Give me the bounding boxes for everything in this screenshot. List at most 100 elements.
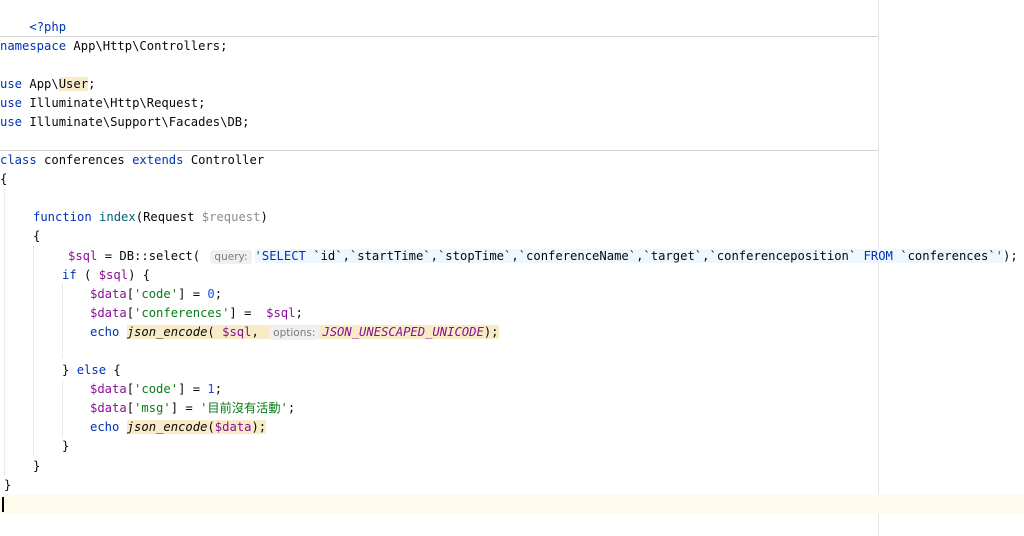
paren: ); [483, 325, 499, 339]
class-name: conferences [44, 153, 125, 167]
brace: } [4, 478, 12, 492]
code-line[interactable]: use Illuminate\Http\Request; [0, 94, 205, 113]
indent-guide [62, 380, 63, 437]
code-line[interactable]: use Illuminate\Support\Facades\DB; [0, 113, 249, 132]
if-keyword: if [62, 268, 77, 282]
data-var: $data [90, 287, 127, 301]
use-path: Illuminate\Support\Facades\DB; [29, 115, 250, 129]
code-line[interactable]: } else { [62, 361, 121, 380]
use-path: Illuminate\Http\Request; [29, 96, 206, 110]
else-keyword: else [76, 363, 107, 377]
bracket: [ [126, 306, 135, 320]
data-var: $data [214, 420, 252, 434]
param-var: $request [201, 210, 261, 224]
extends-keyword: extends [132, 153, 184, 167]
data-var: $data [90, 382, 127, 396]
code-line[interactable]: $sql = DB::select( query: 'SELECT `id`,`s… [68, 247, 1018, 266]
paren: ) [260, 210, 268, 224]
assign: ] = [229, 306, 267, 320]
brace: { [0, 172, 8, 186]
right-margin-guide [878, 0, 879, 536]
sql-var: $sql [222, 325, 252, 339]
brace: { [106, 363, 121, 377]
paren: ); [251, 420, 267, 434]
code-line[interactable]: namespace App\Http\Controllers; [0, 37, 227, 56]
brace: } [33, 459, 41, 473]
code-line[interactable]: function index(Request $request) [33, 208, 268, 227]
json-encode-call: json_encode [126, 325, 208, 339]
indent-guide [4, 189, 5, 475]
array-key: 'conferences' [134, 306, 230, 320]
code-line[interactable]: { [0, 170, 7, 189]
code-line[interactable]: $data['msg'] = '目前沒有活動'; [90, 399, 295, 418]
use-keyword: use [0, 77, 23, 91]
namespace-keyword: namespace [0, 39, 67, 53]
paren: ) { [128, 268, 151, 282]
sql-columns: `id`,`startTime`,`stopTime`,`conferenceN… [305, 249, 864, 263]
paren: ( [207, 420, 215, 434]
parent-class: Controller [190, 153, 265, 167]
code-line[interactable]: class conferences extends Controller [0, 151, 264, 170]
semicolon: ; [214, 287, 223, 301]
brace: { [33, 229, 41, 243]
use-keyword: use [0, 115, 23, 129]
function-keyword: function [33, 210, 92, 224]
current-line-highlight [0, 495, 1024, 514]
semicolon: ; [295, 306, 303, 320]
sql-var: $sql [68, 249, 98, 263]
code-line[interactable]: $data['conferences'] = $sql; [90, 304, 303, 323]
json-constant: JSON_UNESCAPED_UNICODE [322, 325, 484, 339]
use-keyword: use [0, 96, 23, 110]
semicolon: ; [287, 401, 296, 415]
indent-guide [62, 284, 63, 358]
code-line[interactable]: echo json_encode($data); [90, 418, 267, 437]
code-line[interactable]: { [33, 227, 40, 246]
array-key: 'msg' [134, 401, 171, 415]
echo-keyword: echo [90, 420, 120, 434]
paren: ( [207, 325, 223, 339]
msg-string: '目前沒有活動' [200, 401, 288, 415]
json-encode-call: json_encode [126, 420, 208, 434]
class-keyword: class [0, 153, 37, 167]
assign: ] = [170, 401, 201, 415]
bracket: [ [126, 287, 135, 301]
code-line[interactable]: } [62, 437, 69, 456]
db-select-call: = DB::select( [97, 249, 208, 263]
brace: } [62, 439, 70, 453]
param-hint-query: query: [210, 250, 252, 264]
sql-table: `conferences` [892, 249, 996, 263]
sql-select-keyword: SELECT [261, 249, 306, 263]
sql-var: $sql [266, 306, 296, 320]
statement-end: ); [1002, 249, 1018, 263]
sql-quote: ' [254, 249, 262, 263]
bracket: [ [126, 382, 135, 396]
param-type: (Request [135, 210, 202, 224]
code-line[interactable]: <?php [0, 0, 66, 34]
code-line[interactable]: } [33, 457, 40, 476]
code-line[interactable]: echo json_encode( $sql, options: JSON_UNE… [90, 323, 499, 342]
indent-guide [33, 246, 34, 456]
assign: ] = [178, 287, 208, 301]
paren: ( [76, 268, 99, 282]
semicolon: ; [88, 77, 96, 91]
code-line[interactable]: $data['code'] = 1; [90, 380, 222, 399]
code-line[interactable]: $data['code'] = 0; [90, 285, 222, 304]
number: 0 [207, 287, 215, 301]
number: 1 [207, 382, 215, 396]
code-editor[interactable]: <?php namespace App\Http\Controllers; us… [0, 0, 1024, 536]
code-line[interactable]: use App\User; [0, 75, 95, 94]
code-line[interactable]: } [4, 476, 11, 495]
sql-quote: ' [995, 249, 1003, 263]
comma: , [251, 325, 259, 339]
param-hint-options: options: [269, 326, 320, 340]
data-var: $data [90, 401, 127, 415]
array-key: 'code' [134, 382, 179, 396]
semicolon: ; [214, 382, 223, 396]
assign: ] = [178, 382, 208, 396]
text-caret [2, 497, 4, 512]
array-key: 'code' [134, 287, 179, 301]
code-line[interactable]: if ( $sql) { [62, 266, 150, 285]
php-open-tag: <?php [29, 20, 67, 34]
namespace-path: App\Http\Controllers; [73, 39, 228, 53]
use-class-highlight: User [58, 77, 89, 91]
